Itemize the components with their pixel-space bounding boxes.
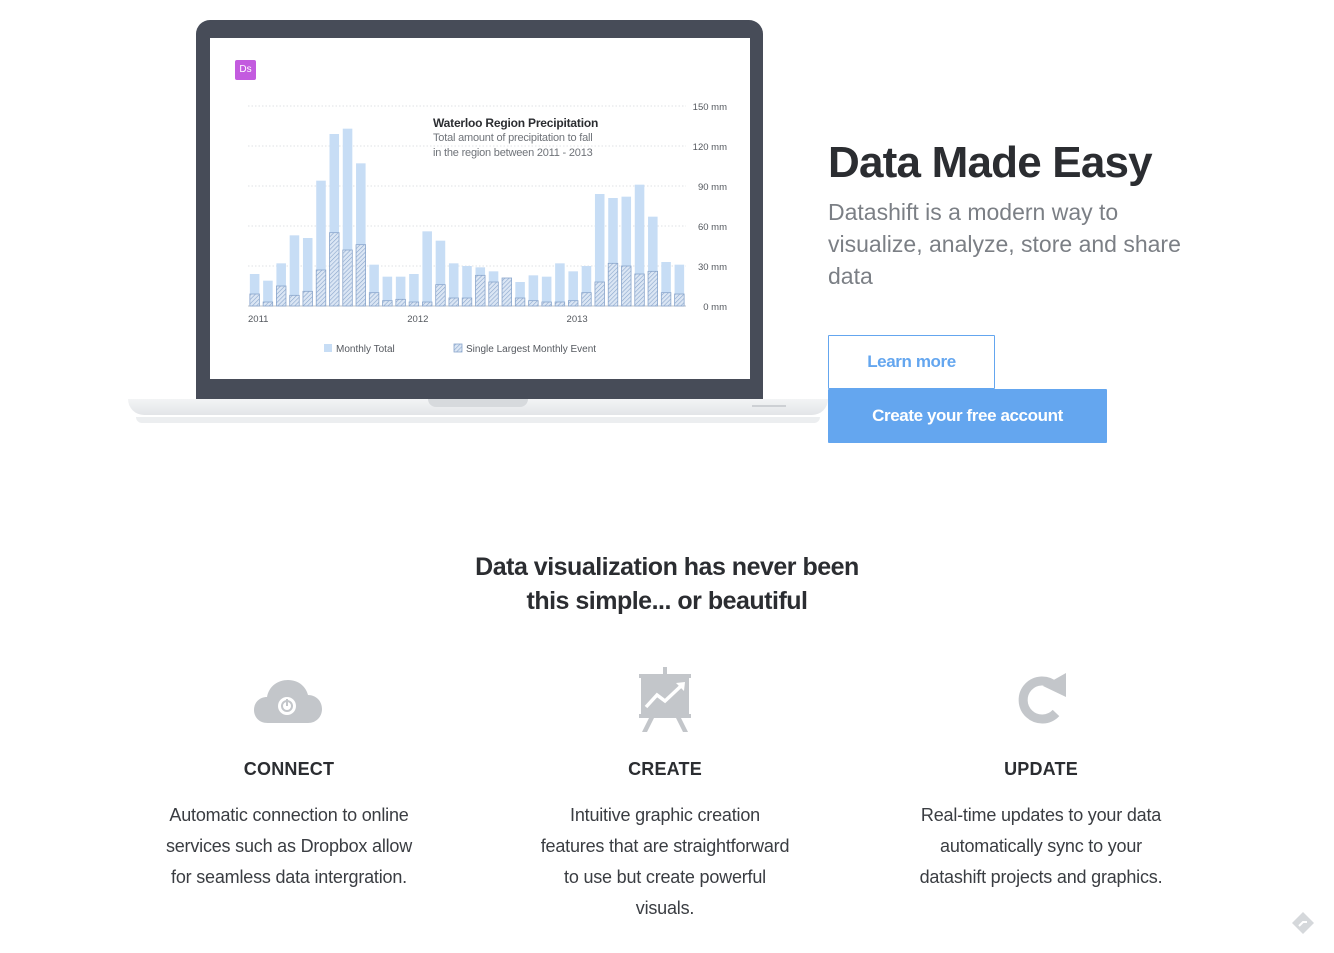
bar-largest-event [475, 274, 486, 307]
bar-largest-event [461, 297, 473, 307]
bar-largest-event [634, 273, 645, 307]
laptop-grip [752, 405, 786, 407]
laptop-shadow [136, 417, 820, 423]
feature-title: CONNECT [243, 759, 335, 779]
feature-desc-line: datashift projects and graphics. [919, 867, 1163, 887]
bar-largest-event [382, 300, 393, 307]
bar-largest-event [395, 298, 406, 307]
x-tick-label: 2013 [567, 314, 588, 325]
cloud-power-icon [139, 660, 439, 740]
y-tick-label: 30 mm [698, 262, 727, 273]
bar-largest-event [541, 301, 552, 307]
feature-desc-line: visuals. [635, 898, 695, 918]
y-tick-label: 60 mm [698, 222, 727, 233]
feature-description: Automatic connection to online services … [139, 800, 439, 893]
refresh-icon [891, 660, 1191, 740]
bar-largest-event [568, 300, 579, 307]
y-tick-label: 120 mm [693, 142, 727, 153]
bar-largest-event [342, 249, 353, 307]
bar-largest-event [329, 232, 340, 307]
legend-swatch-largest-event [453, 343, 463, 353]
feature-connect: CONNECT Automatic connection to online s… [139, 660, 439, 893]
feature-desc-line: features that are straightforward [540, 836, 790, 856]
bar-largest-event [422, 301, 433, 307]
bar-largest-event [408, 301, 420, 307]
bar-largest-event [448, 297, 459, 307]
feature-desc-line: Real-time updates to your data [920, 805, 1162, 825]
bar-largest-event [368, 292, 380, 307]
section-heading: Data visualization has never been this s… [367, 550, 967, 618]
precipitation-chart: 150 mm 120 mm 90 mm 60 mm 30 mm 0 mm 2011 2012 2… [248, 102, 727, 355]
bar-monthly-total [422, 231, 432, 306]
feature-title: CREATE [628, 759, 702, 779]
bar-largest-event [514, 297, 526, 307]
feature-create: CREATE Intuitive graphic creation featur… [515, 660, 815, 924]
y-tick-label: 90 mm [698, 182, 727, 193]
bar-largest-event [315, 269, 327, 307]
feature-description: Real-time updates to your data automatic… [891, 800, 1191, 893]
feature-desc-line: Intuitive graphic creation [570, 805, 760, 825]
legend-label-largest-event: Single Largest Monthly Event [466, 344, 596, 355]
bar-largest-event [249, 293, 260, 307]
laptop-notch [428, 399, 528, 407]
x-tick-label: 2011 [248, 314, 268, 325]
chart-subtitle-line-2: in the region between 2011 - 2013 [433, 147, 593, 159]
bar-monthly-total [409, 274, 419, 306]
legend-swatch-monthly-total [324, 344, 332, 352]
feature-update: UPDATE Real-time updates to your data au… [891, 660, 1191, 893]
chart-title: Waterloo Region Precipitation [433, 116, 599, 130]
bar-monthly-total [555, 263, 565, 306]
feature-desc-line: automatically sync to your [940, 836, 1142, 856]
bar-largest-event [594, 281, 605, 307]
bar-largest-event [660, 292, 672, 307]
bar-largest-event [581, 292, 592, 307]
feature-desc-line: Automatic connection to online [169, 805, 409, 825]
bar-largest-event [262, 301, 274, 307]
bar-largest-event [435, 284, 446, 307]
bar-largest-event [674, 293, 685, 307]
create-account-button[interactable]: Create your free account [828, 389, 1107, 443]
hero-subtitle: Datashift is a modern way to visualize, … [828, 199, 1181, 289]
feature-desc-line: to use but create powerful [564, 867, 766, 887]
x-tick-label: 2012 [407, 314, 428, 325]
laptop-base [128, 399, 828, 415]
bar-largest-event [621, 265, 632, 307]
bar-largest-event [276, 285, 287, 307]
bar-largest-event [607, 262, 619, 307]
chart-subtitle-line-1: Total amount of precipitation to fall [433, 132, 593, 144]
corner-widget-icon[interactable] [1290, 910, 1316, 936]
bar-largest-event [501, 277, 512, 307]
bar-largest-event [302, 290, 313, 307]
bar-largest-event [289, 294, 300, 307]
section-heading-line-1: Data visualization has never been [475, 553, 859, 581]
bar-largest-event [528, 300, 539, 307]
feature-title: UPDATE [1004, 759, 1078, 779]
bar-largest-event [355, 244, 366, 307]
legend-label-monthly-total: Monthly Total [336, 344, 395, 355]
y-tick-label: 150 mm [693, 102, 727, 113]
section-heading-line-2: this simple... or beautiful [526, 587, 808, 615]
bar-largest-event [554, 301, 566, 307]
y-tick-label: 0 mm [703, 302, 727, 313]
chart-display: Ds 150 mm 120 mm 90 mm 60 mm 30 mm 0 mm 2011 20… [210, 38, 750, 379]
feature-desc-line: for seamless data intergration. [171, 867, 407, 887]
feature-description: Intuitive graphic creation features that… [515, 800, 815, 924]
presentation-chart-icon [515, 660, 815, 740]
bar-largest-event [647, 270, 658, 307]
feature-desc-line: services such as Dropbox allow [165, 836, 413, 856]
hero-title: Data Made Easy [828, 138, 1153, 187]
bar-largest-event [488, 281, 499, 307]
learn-more-button[interactable]: Learn more [828, 335, 995, 389]
laptop-screen: Ds 150 mm 120 mm 90 mm 60 mm 30 mm 0 mm 2011 20… [196, 20, 763, 401]
